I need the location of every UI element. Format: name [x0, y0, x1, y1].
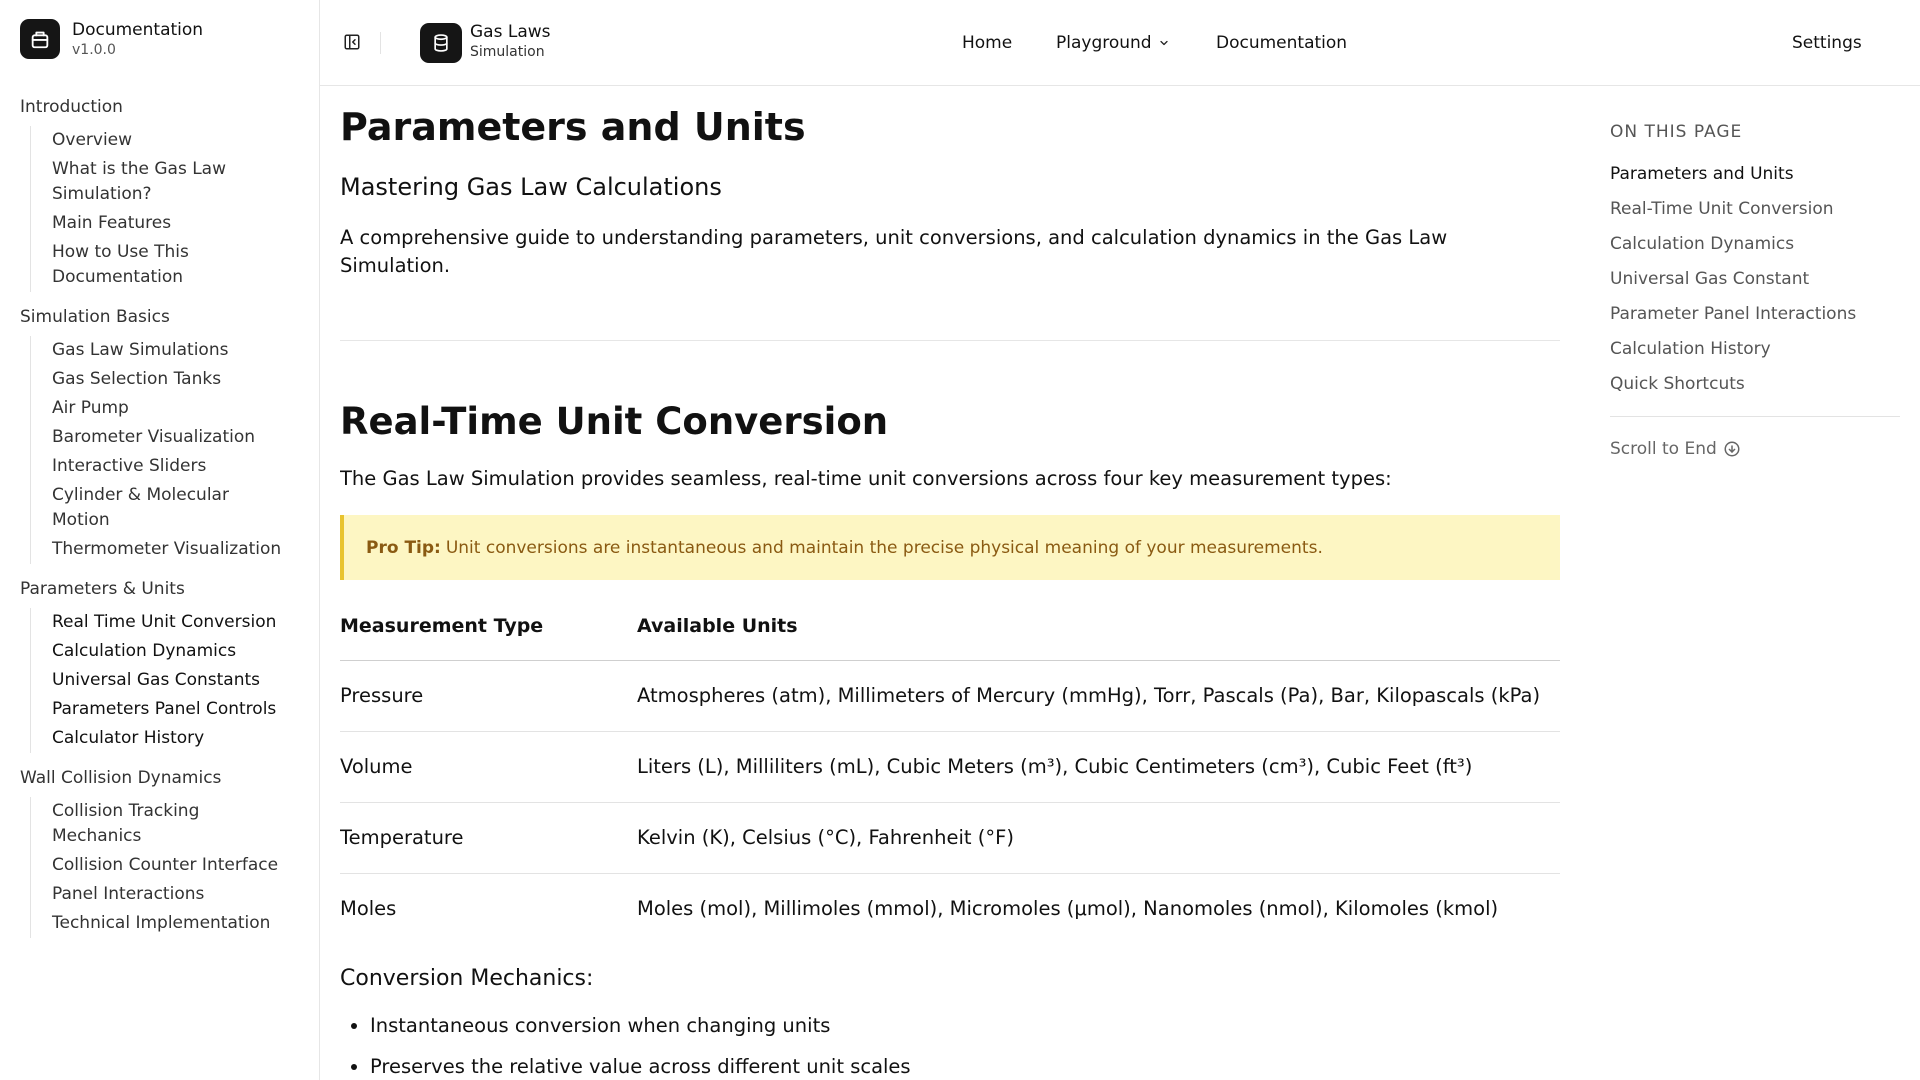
- scroll-to-end-label: Scroll to End: [1610, 439, 1717, 459]
- table-cell: Kelvin (K), Celsius (°C), Fahrenheit (°F…: [637, 802, 1560, 874]
- pro-tip-callout: Pro Tip: Unit conversions are instantane…: [340, 515, 1560, 580]
- toc-item-parameter-panel-interactions[interactable]: Parameter Panel Interactions: [1610, 302, 1900, 326]
- table-cell: Moles (mol), Millimoles (mmol), Micromol…: [637, 897, 1499, 921]
- toc-divider: [1610, 416, 1900, 417]
- section-lead: The Gas Law Simulation provides seamless…: [340, 467, 1392, 490]
- settings-link[interactable]: Settings: [1792, 0, 1862, 86]
- sidebar: Documentation v1.0.0 Introduction Overvi…: [0, 0, 320, 1080]
- table-row: Moles Moles (mol), Millimoles (mmol), Mi…: [340, 873, 1560, 944]
- sidebar-toggle-icon[interactable]: [340, 30, 364, 54]
- section-title: Real-Time Unit Conversion: [340, 400, 889, 443]
- toc-title: ON THIS PAGE: [1610, 122, 1743, 142]
- nav-group-introduction: Introduction Overview What is the Gas La…: [0, 92, 319, 292]
- on-this-page-toc: ON THIS PAGE Parameters and Units Real-T…: [1610, 86, 1900, 459]
- table-cell: Pressure: [340, 660, 637, 732]
- header-divider: [380, 32, 381, 54]
- table-cell: Temperature: [340, 802, 637, 874]
- topnav-home-wrap: Home: [962, 0, 1012, 86]
- sidebar-item-overview[interactable]: Overview: [52, 126, 282, 155]
- table-row: Pressure Atmospheres (atm), Millimeters …: [340, 660, 1560, 732]
- page-subtitle: Mastering Gas Law Calculations: [340, 173, 722, 201]
- sidebar-item-thermometer[interactable]: Thermometer Visualization: [52, 535, 282, 564]
- nav-documentation-link[interactable]: Documentation: [1216, 33, 1347, 53]
- table-header-cell: Measurement Type: [340, 592, 637, 661]
- app-name: Gas Laws: [470, 22, 551, 42]
- toc-item-parameters-and-units[interactable]: Parameters and Units: [1610, 162, 1900, 186]
- toc-item-universal-gas-constant[interactable]: Universal Gas Constant: [1610, 267, 1900, 291]
- nav-group-parameters-units: Parameters & Units Real Time Unit Conver…: [0, 574, 319, 753]
- mechanics-list: Instantaneous conversion when changing u…: [340, 1012, 1560, 1080]
- top-header: Gas Laws Simulation Home Playground Docu…: [320, 0, 1920, 86]
- nav-group-title[interactable]: Wall Collision Dynamics: [0, 763, 319, 793]
- table-cell: Moles: [340, 897, 397, 921]
- table-cell: Liters (L), Milliliters (mL), Cubic Mete…: [637, 731, 1560, 803]
- sidebar-item-real-time-unit-conversion[interactable]: Real Time Unit Conversion: [52, 608, 282, 637]
- sidebar-brand[interactable]: Documentation v1.0.0: [0, 0, 319, 78]
- arrow-down-circle-icon: [1724, 441, 1740, 457]
- main-content: Parameters and Units Mastering Gas Law C…: [340, 86, 1560, 1080]
- sidebar-item-technical-implementation[interactable]: Technical Implementation: [52, 909, 282, 938]
- sidebar-item-panel-interactions[interactable]: Panel Interactions: [52, 880, 282, 909]
- docs-logo-icon: [20, 19, 60, 59]
- list-item: Preserves the relative value across diff…: [370, 1053, 1560, 1080]
- chevron-down-icon: [1159, 40, 1168, 46]
- table-cell: Atmospheres (atm), Millimeters of Mercur…: [637, 660, 1560, 732]
- table-row: Temperature Kelvin (K), Celsius (°C), Fa…: [340, 802, 1560, 874]
- section-divider: [340, 340, 1560, 341]
- nav-playground-dropdown[interactable]: Playground: [1056, 33, 1170, 53]
- sidebar-item-barometer[interactable]: Barometer Visualization: [52, 423, 282, 452]
- sidebar-item-universal-gas-constants[interactable]: Universal Gas Constants: [52, 666, 282, 695]
- sidebar-item-sliders[interactable]: Interactive Sliders: [52, 452, 282, 481]
- toc-item-calculation-dynamics[interactable]: Calculation Dynamics: [1610, 232, 1900, 256]
- pro-tip-label: Pro Tip:: [366, 537, 441, 558]
- sidebar-item-calculator-history[interactable]: Calculator History: [52, 724, 282, 753]
- table-row: Volume Liters (L), Milliliters (mL), Cub…: [340, 731, 1560, 803]
- table-header-cell: Available Units: [637, 592, 1560, 661]
- nav-playground-label: Playground: [1056, 33, 1152, 53]
- sidebar-brand-version: v1.0.0: [72, 41, 116, 58]
- sidebar-item-gas-law-simulations[interactable]: Gas Law Simulations: [52, 336, 282, 365]
- sidebar-item-collision-tracking[interactable]: Collision Tracking Mechanics: [52, 797, 282, 851]
- app-title[interactable]: Gas Laws Simulation: [470, 22, 551, 61]
- units-table: Measurement Type Available Units Pressur…: [340, 592, 1560, 944]
- table-header-row: Measurement Type Available Units: [340, 592, 1560, 661]
- pro-tip-text: Unit conversions are instantaneous and m…: [445, 537, 1323, 558]
- sidebar-item-air-pump[interactable]: Air Pump: [52, 394, 282, 423]
- sidebar-item-main-features[interactable]: Main Features: [52, 209, 282, 238]
- sidebar-item-parameters-panel-controls[interactable]: Parameters Panel Controls: [52, 695, 282, 724]
- topnav-documentation-wrap: Documentation: [1216, 0, 1347, 86]
- app-subtitle: Simulation: [470, 44, 545, 60]
- nav-group-title[interactable]: Parameters & Units: [0, 574, 319, 604]
- toc-item-quick-shortcuts[interactable]: Quick Shortcuts: [1610, 372, 1900, 396]
- sidebar-item-cylinder[interactable]: Cylinder & Molecular Motion: [52, 481, 282, 535]
- page-title: Parameters and Units: [340, 105, 806, 149]
- nav-group-title[interactable]: Simulation Basics: [0, 302, 319, 332]
- sidebar-brand-title: Documentation: [72, 19, 204, 40]
- nav-group-wall-collision: Wall Collision Dynamics Collision Tracki…: [0, 763, 319, 938]
- scroll-to-end-button[interactable]: Scroll to End: [1610, 439, 1900, 459]
- toc-item-calculation-history[interactable]: Calculation History: [1610, 337, 1900, 361]
- nav-home-link[interactable]: Home: [962, 33, 1012, 53]
- topnav-playground-wrap: Playground: [1056, 0, 1170, 86]
- page-intro: A comprehensive guide to understanding p…: [340, 226, 1448, 277]
- sidebar-item-how-to-use[interactable]: How to Use This Documentation: [52, 238, 282, 292]
- list-item: Instantaneous conversion when changing u…: [370, 1012, 1560, 1040]
- sidebar-nav: Introduction Overview What is the Gas La…: [0, 78, 319, 938]
- nav-group-title[interactable]: Introduction: [0, 92, 319, 122]
- sidebar-item-collision-counter[interactable]: Collision Counter Interface: [52, 851, 282, 880]
- mechanics-title: Conversion Mechanics:: [340, 966, 594, 991]
- toc-item-real-time-unit-conversion[interactable]: Real-Time Unit Conversion: [1610, 197, 1900, 221]
- nav-group-simulation-basics: Simulation Basics Gas Law Simulations Ga…: [0, 302, 319, 564]
- table-cell: Volume: [340, 731, 637, 803]
- app-logo-icon[interactable]: [420, 23, 462, 63]
- sidebar-item-what-is[interactable]: What is the Gas Law Simulation?: [52, 155, 282, 209]
- sidebar-item-gas-selection-tanks[interactable]: Gas Selection Tanks: [52, 365, 282, 394]
- sidebar-item-calculation-dynamics[interactable]: Calculation Dynamics: [52, 637, 282, 666]
